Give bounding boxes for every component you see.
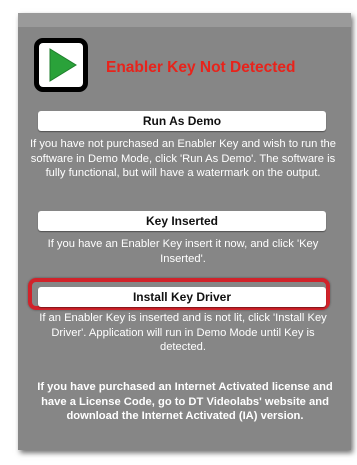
install-key-driver-description: If an Enabler Key is inserted and is not… <box>39 312 327 353</box>
key-inserted-description: If you have an Enabler Key insert it now… <box>47 238 319 265</box>
dialog-title: Enabler Key Not Detected <box>106 59 296 76</box>
key-inserted-button[interactable]: Key Inserted <box>38 211 326 231</box>
install-key-driver-button[interactable]: Install Key Driver <box>38 287 326 307</box>
enabler-key-dialog: Enabler Key Not Detected Run As Demo If … <box>18 13 351 450</box>
run-as-demo-description: If you have not purchased an Enabler Key… <box>30 138 336 179</box>
run-as-demo-button[interactable]: Run As Demo <box>38 111 326 131</box>
license-info-text: If you have purchased an Internet Activa… <box>37 381 333 422</box>
play-icon <box>34 38 88 92</box>
